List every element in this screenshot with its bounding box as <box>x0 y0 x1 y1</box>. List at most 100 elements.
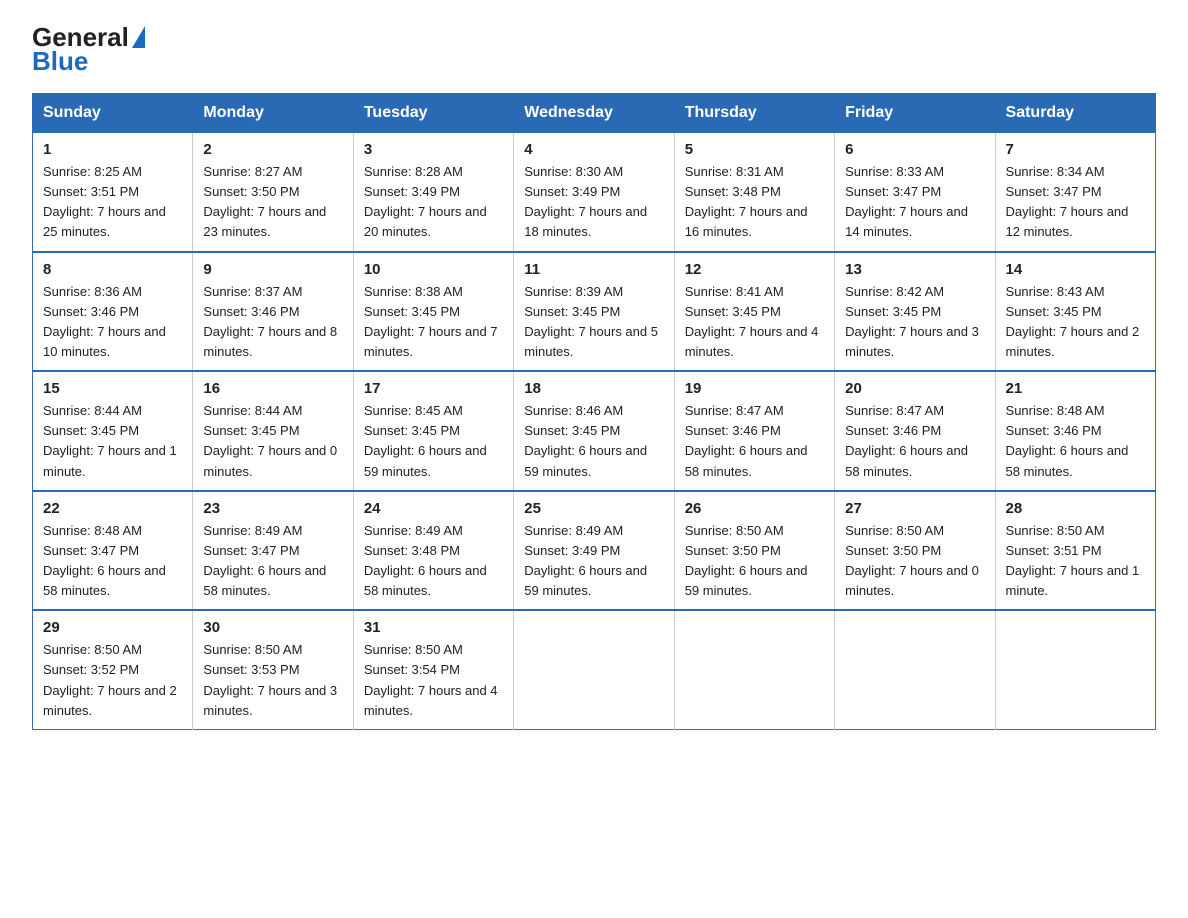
calendar-cell: 6Sunrise: 8:33 AMSunset: 3:47 PMDaylight… <box>835 133 995 252</box>
day-number: 7 <box>1006 141 1145 158</box>
day-number: 4 <box>524 141 663 158</box>
header-wednesday: Wednesday <box>514 94 674 133</box>
day-info: Sunrise: 8:44 AMSunset: 3:45 PMDaylight:… <box>43 401 182 482</box>
day-info: Sunrise: 8:37 AMSunset: 3:46 PMDaylight:… <box>203 282 342 363</box>
day-number: 6 <box>845 141 984 158</box>
calendar-cell <box>674 610 834 729</box>
day-info: Sunrise: 8:48 AMSunset: 3:46 PMDaylight:… <box>1006 401 1145 482</box>
calendar-cell: 14 Sunrise: 8:43 AMSunset: 3:45 PMDayligh… <box>995 252 1155 372</box>
day-number: 12 <box>685 261 824 278</box>
day-info: Sunrise: 8:34 AMSunset: 3:47 PMDaylight:… <box>1006 162 1145 243</box>
calendar-cell: 22Sunrise: 8:48 AMSunset: 3:47 PMDayligh… <box>33 491 193 611</box>
calendar-table: SundayMondayTuesdayWednesdayThursdayFrid… <box>32 93 1156 730</box>
calendar-header-row: SundayMondayTuesdayWednesdayThursdayFrid… <box>33 94 1156 133</box>
calendar-cell: 8 Sunrise: 8:36 AMSunset: 3:46 PMDaylight… <box>33 252 193 372</box>
day-info: Sunrise: 8:49 AMSunset: 3:47 PMDaylight:… <box>203 521 342 602</box>
calendar-cell: 18 Sunrise: 8:46 AMSunset: 3:45 PMDayligh… <box>514 371 674 491</box>
calendar-week-2: 8 Sunrise: 8:36 AMSunset: 3:46 PMDaylight… <box>33 252 1156 372</box>
calendar-cell: 27 Sunrise: 8:50 AMSunset: 3:50 PMDayligh… <box>835 491 995 611</box>
day-number: 8 <box>43 261 182 278</box>
day-info: Sunrise: 8:49 AMSunset: 3:49 PMDaylight:… <box>524 521 663 602</box>
calendar-cell: 17 Sunrise: 8:45 AMSunset: 3:45 PMDayligh… <box>353 371 513 491</box>
day-info: Sunrise: 8:43 AMSunset: 3:45 PMDaylight:… <box>1006 282 1145 363</box>
day-info: Sunrise: 8:47 AMSunset: 3:46 PMDaylight:… <box>845 401 984 482</box>
calendar-cell: 4 Sunrise: 8:30 AMSunset: 3:49 PMDaylight… <box>514 133 674 252</box>
day-info: Sunrise: 8:50 AMSunset: 3:51 PMDaylight:… <box>1006 521 1145 602</box>
day-info: Sunrise: 8:50 AMSunset: 3:53 PMDaylight:… <box>203 640 342 721</box>
calendar-cell: 21 Sunrise: 8:48 AMSunset: 3:46 PMDayligh… <box>995 371 1155 491</box>
day-number: 16 <box>203 380 342 397</box>
header-thursday: Thursday <box>674 94 834 133</box>
day-number: 18 <box>524 380 663 397</box>
calendar-cell: 12 Sunrise: 8:41 AMSunset: 3:45 PMDayligh… <box>674 252 834 372</box>
day-number: 21 <box>1006 380 1145 397</box>
day-info: Sunrise: 8:45 AMSunset: 3:45 PMDaylight:… <box>364 401 503 482</box>
calendar-cell: 28 Sunrise: 8:50 AMSunset: 3:51 PMDayligh… <box>995 491 1155 611</box>
day-info: Sunrise: 8:36 AMSunset: 3:46 PMDaylight:… <box>43 282 182 363</box>
calendar-cell: 29 Sunrise: 8:50 AMSunset: 3:52 PMDayligh… <box>33 610 193 729</box>
day-number: 25 <box>524 500 663 517</box>
day-info: Sunrise: 8:47 AMSunset: 3:46 PMDaylight:… <box>685 401 824 482</box>
calendar-cell <box>995 610 1155 729</box>
day-info: Sunrise: 8:50 AMSunset: 3:50 PMDaylight:… <box>845 521 984 602</box>
logo: General Blue <box>32 24 147 77</box>
calendar-cell: 23 Sunrise: 8:49 AMSunset: 3:47 PMDayligh… <box>193 491 353 611</box>
day-number: 1 <box>43 141 182 158</box>
header-monday: Monday <box>193 94 353 133</box>
day-info: Sunrise: 8:46 AMSunset: 3:45 PMDaylight:… <box>524 401 663 482</box>
day-number: 26 <box>685 500 824 517</box>
calendar-cell: 2 Sunrise: 8:27 AMSunset: 3:50 PMDaylight… <box>193 133 353 252</box>
day-number: 14 <box>1006 261 1145 278</box>
calendar-cell: 1 Sunrise: 8:25 AMSunset: 3:51 PMDaylight… <box>33 133 193 252</box>
calendar-week-4: 22Sunrise: 8:48 AMSunset: 3:47 PMDayligh… <box>33 491 1156 611</box>
day-number: 10 <box>364 261 503 278</box>
day-info: Sunrise: 8:39 AMSunset: 3:45 PMDaylight:… <box>524 282 663 363</box>
day-number: 29 <box>43 619 182 636</box>
calendar-cell <box>514 610 674 729</box>
calendar-cell <box>835 610 995 729</box>
calendar-cell: 5Sunrise: 8:31 AMSunset: 3:48 PMDaylight… <box>674 133 834 252</box>
day-info: Sunrise: 8:30 AMSunset: 3:49 PMDaylight:… <box>524 162 663 243</box>
calendar-week-1: 1 Sunrise: 8:25 AMSunset: 3:51 PMDaylight… <box>33 133 1156 252</box>
calendar-cell: 11 Sunrise: 8:39 AMSunset: 3:45 PMDayligh… <box>514 252 674 372</box>
day-info: Sunrise: 8:28 AMSunset: 3:49 PMDaylight:… <box>364 162 503 243</box>
calendar-cell: 24 Sunrise: 8:49 AMSunset: 3:48 PMDayligh… <box>353 491 513 611</box>
calendar-week-3: 15 Sunrise: 8:44 AMSunset: 3:45 PMDayligh… <box>33 371 1156 491</box>
day-number: 31 <box>364 619 503 636</box>
day-number: 23 <box>203 500 342 517</box>
day-number: 15 <box>43 380 182 397</box>
calendar-cell: 13 Sunrise: 8:42 AMSunset: 3:45 PMDayligh… <box>835 252 995 372</box>
header-sunday: Sunday <box>33 94 193 133</box>
page-header: General Blue <box>32 24 1156 77</box>
day-number: 27 <box>845 500 984 517</box>
day-number: 19 <box>685 380 824 397</box>
calendar-cell: 7 Sunrise: 8:34 AMSunset: 3:47 PMDaylight… <box>995 133 1155 252</box>
calendar-cell: 16Sunrise: 8:44 AMSunset: 3:45 PMDayligh… <box>193 371 353 491</box>
day-number: 5 <box>685 141 824 158</box>
header-saturday: Saturday <box>995 94 1155 133</box>
day-number: 24 <box>364 500 503 517</box>
day-info: Sunrise: 8:49 AMSunset: 3:48 PMDaylight:… <box>364 521 503 602</box>
calendar-week-5: 29 Sunrise: 8:50 AMSunset: 3:52 PMDayligh… <box>33 610 1156 729</box>
calendar-cell: 19 Sunrise: 8:47 AMSunset: 3:46 PMDayligh… <box>674 371 834 491</box>
day-number: 30 <box>203 619 342 636</box>
day-number: 17 <box>364 380 503 397</box>
day-number: 2 <box>203 141 342 158</box>
day-info: Sunrise: 8:50 AMSunset: 3:52 PMDaylight:… <box>43 640 182 721</box>
day-info: Sunrise: 8:42 AMSunset: 3:45 PMDaylight:… <box>845 282 984 363</box>
day-info: Sunrise: 8:41 AMSunset: 3:45 PMDaylight:… <box>685 282 824 363</box>
calendar-cell: 20Sunrise: 8:47 AMSunset: 3:46 PMDayligh… <box>835 371 995 491</box>
calendar-cell: 31 Sunrise: 8:50 AMSunset: 3:54 PMDayligh… <box>353 610 513 729</box>
day-info: Sunrise: 8:50 AMSunset: 3:50 PMDaylight:… <box>685 521 824 602</box>
day-number: 28 <box>1006 500 1145 517</box>
header-friday: Friday <box>835 94 995 133</box>
day-info: Sunrise: 8:48 AMSunset: 3:47 PMDaylight:… <box>43 521 182 602</box>
calendar-cell: 10Sunrise: 8:38 AMSunset: 3:45 PMDayligh… <box>353 252 513 372</box>
day-number: 11 <box>524 261 663 278</box>
day-info: Sunrise: 8:50 AMSunset: 3:54 PMDaylight:… <box>364 640 503 721</box>
logo-triangle-icon <box>132 26 145 48</box>
calendar-cell: 3Sunrise: 8:28 AMSunset: 3:49 PMDaylight… <box>353 133 513 252</box>
day-info: Sunrise: 8:27 AMSunset: 3:50 PMDaylight:… <box>203 162 342 243</box>
day-info: Sunrise: 8:25 AMSunset: 3:51 PMDaylight:… <box>43 162 182 243</box>
day-number: 13 <box>845 261 984 278</box>
